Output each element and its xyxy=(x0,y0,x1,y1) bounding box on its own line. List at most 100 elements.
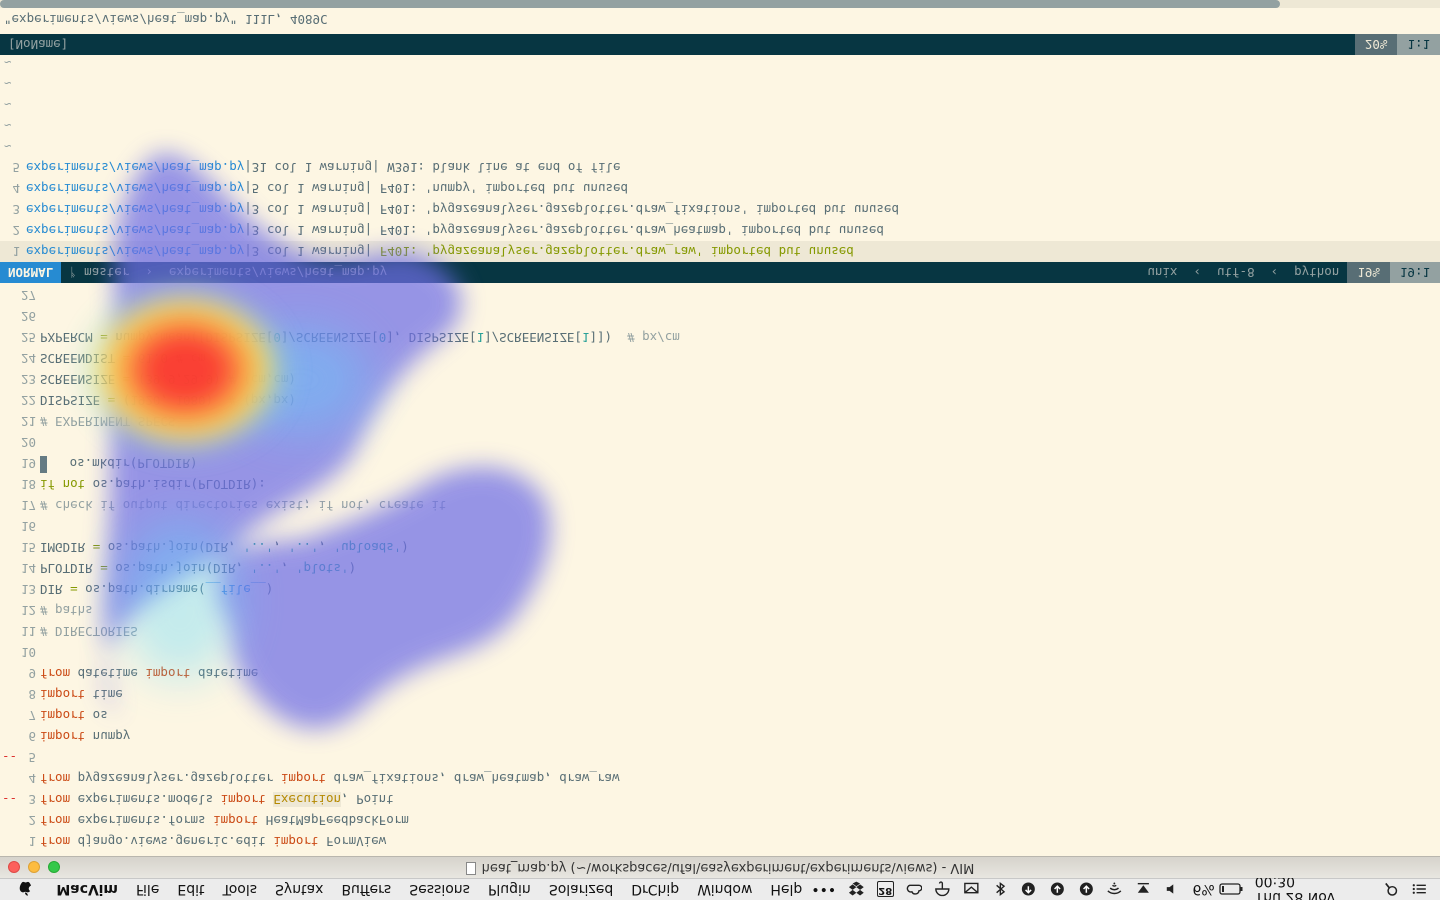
airdrop-icon[interactable] xyxy=(1135,882,1152,898)
line-number: 7 xyxy=(28,708,36,723)
code-line[interactable]: 12 # paths xyxy=(0,600,1440,621)
quickfix-message: F401: 'pygazeanalyser.gazeplotter.draw_r… xyxy=(372,244,854,259)
window-title-bar[interactable]: heat_map.py (~\workspaces\ufal\easyexper… xyxy=(0,856,1440,878)
quickfix-entry[interactable]: 5 experiments/views/heat_map.py|31 col 1 … xyxy=(0,157,1440,178)
code-token: os.path.dirname( xyxy=(77,582,206,597)
cloud-icon[interactable] xyxy=(906,882,923,898)
menu-plugin[interactable]: Plugin xyxy=(479,882,540,898)
quickfix-file: experiments/views/heat_map.py xyxy=(26,202,245,217)
calendar-icon[interactable]: 28 xyxy=(876,881,894,898)
line-number: 9 xyxy=(28,666,36,681)
code-line[interactable]: 4 from pygazeanalyser.gazeplotter import … xyxy=(0,768,1440,789)
code-token: from xyxy=(40,834,71,849)
line-number: 24 xyxy=(20,351,36,366)
quickfix-entry[interactable]: 2 experiments/views/heat_map.py|3 col 1 w… xyxy=(0,220,1440,241)
document-proxy-icon[interactable] xyxy=(465,862,476,875)
code-token: # cm xyxy=(175,351,206,366)
line-number: 20 xyxy=(20,435,36,450)
menu-edit[interactable]: Edit xyxy=(168,882,213,898)
code-line[interactable]: 14 PLOTDIR = os.path.join(DIR, '..', 'plo… xyxy=(0,558,1440,579)
line-number: 8 xyxy=(28,687,36,702)
quickfix-statusline: [NoName] 20% 1:1 xyxy=(0,34,1440,55)
menu-sessions[interactable]: Sessions xyxy=(400,882,479,898)
code-line[interactable]: 19 os.mkdir(PLOTDIR) xyxy=(0,453,1440,474)
menu-app-macvim[interactable]: MacVim xyxy=(47,882,127,898)
code-token: # paths xyxy=(40,603,93,618)
horizontal-scrollbar-thumb[interactable] xyxy=(0,0,1280,8)
code-line[interactable]: 11 # DIRECTORIES xyxy=(0,621,1440,642)
code-line[interactable]: 8 import time xyxy=(0,684,1440,705)
menu-tools[interactable]: Tools xyxy=(214,882,267,898)
sync-icon[interactable] xyxy=(1049,882,1066,898)
menu-solarized[interactable]: Solarized xyxy=(540,882,622,898)
code-line[interactable]: 9 from datetime import datetime xyxy=(0,663,1440,684)
command-line[interactable]: "experiments/views/heat_map.py" 111L, 40… xyxy=(0,8,1440,30)
apple-icon[interactable] xyxy=(18,882,33,898)
code-line[interactable]: -- 5 xyxy=(0,747,1440,768)
code-token: , xyxy=(280,561,296,576)
line-number: 25 xyxy=(20,330,36,345)
quickfix-location: |3 col 1 warning| xyxy=(244,223,373,238)
more-dots-icon[interactable]: ••• xyxy=(811,882,836,898)
menu-buffers[interactable]: Buffers xyxy=(332,882,400,898)
upload-icon[interactable] xyxy=(1020,882,1037,898)
code-line[interactable]: 18 if not os.path.isdir(PLOTDIR): xyxy=(0,474,1440,495)
code-line[interactable]: 21 # EXPERIMENT SPECS xyxy=(0,411,1440,432)
notification-center-icon[interactable] xyxy=(1411,882,1428,898)
code-token: HeatMapFeedbackForm xyxy=(258,813,409,828)
bluetooth-icon[interactable] xyxy=(992,882,1009,898)
code-line[interactable]: 2 from experiments.forms import HeatMapFe… xyxy=(0,810,1440,831)
minimize-window-button[interactable] xyxy=(28,861,40,873)
empty-line-tilde: ~ xyxy=(4,139,12,154)
code-token: , Point xyxy=(341,792,394,807)
code-line[interactable]: 7 import os xyxy=(0,705,1440,726)
line-number: 21 xyxy=(20,414,36,429)
code-token: if not xyxy=(40,477,86,492)
quickfix-entry[interactable]: 4 experiments/views/heat_map.py|5 col 1 w… xyxy=(0,178,1440,199)
code-line[interactable]: 20 xyxy=(0,432,1440,453)
mail-icon[interactable] xyxy=(963,882,980,898)
line-number: 19 xyxy=(20,456,36,471)
code-line[interactable]: 6 import numpy xyxy=(0,726,1440,747)
code-token: 29.9 xyxy=(183,372,214,387)
download-icon[interactable] xyxy=(1078,882,1095,898)
quickfix-message: F401: 'pygazeanalyser.gazeplotter.draw_f… xyxy=(372,202,899,217)
line-number: 27 xyxy=(20,288,36,303)
scroll-percent: 19% xyxy=(1347,262,1390,283)
menu-drchip[interactable]: DrChip xyxy=(622,882,688,898)
code-token: 'uploads' xyxy=(333,540,402,555)
close-window-button[interactable] xyxy=(8,861,20,873)
code-line[interactable]: -- 3 from experiments.models import Execut… xyxy=(0,789,1440,810)
umbrella-icon[interactable] xyxy=(934,881,951,898)
code-line[interactable]: 26 xyxy=(0,306,1440,327)
code-token: # DIRECTORIES xyxy=(40,624,138,639)
menu-help[interactable]: Help xyxy=(761,882,811,898)
battery-indicator[interactable]: 6% xyxy=(1193,882,1243,898)
volume-icon[interactable] xyxy=(1164,882,1181,898)
code-line[interactable]: 22 DISPSIZE = (1920, 1080) # (px,px) xyxy=(0,390,1440,411)
code-line[interactable]: 13 DIR = os.path.dirname(__file__) xyxy=(0,579,1440,600)
dropbox-icon[interactable] xyxy=(848,882,865,898)
code-line[interactable]: 1 from django.views.generic.edit import F… xyxy=(0,831,1440,852)
menu-file[interactable]: File xyxy=(127,882,168,898)
code-line[interactable]: 25 PXPERCM = numpy.mean([DISPSIZE[0]/SCRE… xyxy=(0,327,1440,348)
menu-syntax[interactable]: Syntax xyxy=(266,882,332,898)
code-line[interactable]: 16 xyxy=(0,516,1440,537)
code-line[interactable]: 10 xyxy=(0,642,1440,663)
code-line[interactable]: 17 # check if output directories exist; i… xyxy=(0,495,1440,516)
quickfix-entry[interactable]: 3 experiments/views/heat_map.py|3 col 1 w… xyxy=(0,199,1440,220)
spotlight-search-icon[interactable] xyxy=(1383,882,1400,898)
code-line[interactable]: 15 IMGDIR = os.path.join(DIR, '..', '..',… xyxy=(0,537,1440,558)
code-line[interactable]: 24 SCREENDIST = 61.0 # cm xyxy=(0,348,1440,369)
code-token: time xyxy=(85,687,123,702)
line-number: 15 xyxy=(20,540,36,555)
code-line[interactable]: 23 SCREENSIZE = (39.9,29.9) # (cm,cm) xyxy=(0,369,1440,390)
zoom-window-button[interactable] xyxy=(48,861,60,873)
text-cursor xyxy=(40,456,47,473)
code-token: DISPSIZE xyxy=(40,393,108,408)
quickfix-entry[interactable]: 1 experiments/views/heat_map.py|3 col 1 w… xyxy=(0,241,1440,262)
code-line[interactable]: 27 xyxy=(0,285,1440,306)
menu-window[interactable]: Window xyxy=(688,882,761,898)
code-token: ) xyxy=(265,582,274,597)
wifi-icon[interactable] xyxy=(1106,882,1123,898)
